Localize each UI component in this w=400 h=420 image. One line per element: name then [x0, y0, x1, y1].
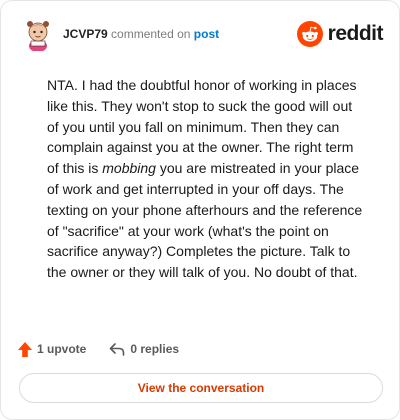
upvote-button[interactable]: 1 upvote — [17, 341, 86, 358]
reddit-wordmark: reddit — [327, 22, 384, 45]
view-conversation-button[interactable]: View the conversation — [19, 373, 383, 403]
comment-header: JCVP79 commented on post reddit — [21, 15, 384, 55]
reddit-snoo-icon — [296, 21, 323, 47]
replies-count: 0 replies — [130, 342, 180, 356]
comment-body: NTA. I had the doubtful honor of working… — [47, 75, 367, 283]
comment-byline: JCVP79 commented on post — [63, 27, 219, 41]
comment-body-part2: you are mistreated in your place of work… — [47, 160, 363, 281]
replies-button[interactable]: 0 replies — [108, 341, 179, 357]
byline-verb: commented on — [111, 27, 191, 41]
username[interactable]: JCVP79 — [63, 27, 108, 41]
upvote-count: 1 upvote — [37, 342, 87, 356]
reply-arrow-icon — [110, 343, 125, 356]
comment-card: JCVP79 commented on post reddit NTA. I h… — [0, 0, 400, 420]
post-link[interactable]: post — [194, 27, 219, 41]
reddit-logo[interactable]: reddit — [296, 19, 384, 49]
user-avatar[interactable] — [21, 17, 55, 51]
comment-body-emphasis: mobbing — [102, 160, 156, 177]
view-conversation-label: View the conversation — [137, 381, 265, 395]
upvote-arrow-icon — [18, 341, 32, 357]
comment-actions: 1 upvote 0 replies — [17, 338, 201, 360]
